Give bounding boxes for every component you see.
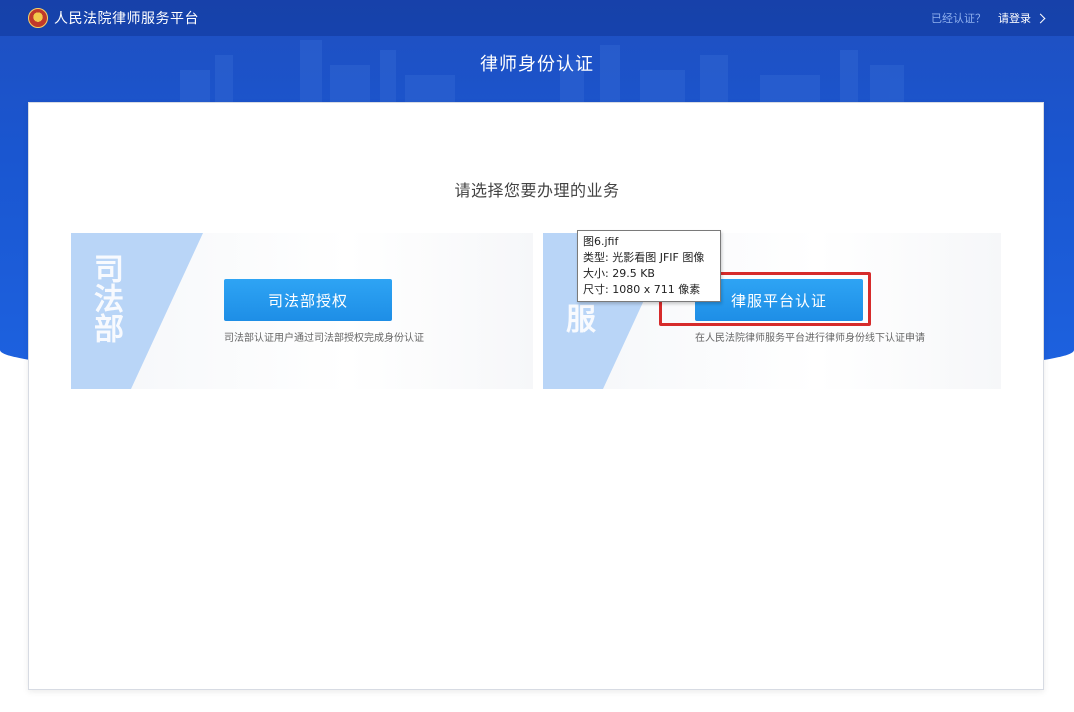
- top-navigation-bar: 人民法院律师服务平台 已经认证？ 请登录: [0, 0, 1074, 36]
- page-title: 律师身份认证: [480, 54, 594, 75]
- auth-links: 已经认证？ 请登录: [931, 10, 1046, 26]
- tooltip-filename: 图6.jfif: [583, 235, 619, 248]
- brand[interactable]: 人民法院律师服务平台: [28, 7, 199, 29]
- court-emblem-icon: [28, 8, 48, 28]
- ministry-authorization-button[interactable]: 司法部授权: [224, 279, 392, 321]
- chevron-right-icon: [1035, 13, 1046, 23]
- login-link[interactable]: 请登录: [998, 10, 1046, 26]
- login-label: 请登录: [998, 12, 1031, 25]
- option-badge-text: 司法部: [88, 253, 123, 343]
- option-ministry-of-justice: 司法部 司法部授权 司法部认证用户通过司法部授权完成身份认证: [71, 233, 533, 389]
- option-description: 司法部认证用户通过司法部授权完成身份认证: [224, 333, 424, 344]
- business-prompt: 请选择您要办理的业务: [454, 181, 620, 200]
- main-card: 请选择您要办理的业务 司法部 司法部授权 司法部认证用户通过司法部授权完成身份认…: [28, 102, 1044, 690]
- tooltip-dimensions: 尺寸: 1080 x 711 像素: [583, 283, 701, 296]
- brand-title: 人民法院律师服务平台: [54, 11, 199, 27]
- tooltip-type: 类型: 光影看图 JFIF 图像: [583, 251, 705, 264]
- tooltip-size: 大小: 29.5 KB: [583, 267, 655, 280]
- file-info-tooltip: 图6.jfif 类型: 光影看图 JFIF 图像 大小: 29.5 KB 尺寸:…: [577, 230, 721, 302]
- verified-question-text: 已经认证？: [931, 12, 986, 25]
- option-badge-text: 服: [560, 303, 595, 333]
- option-description: 在人民法院律师服务平台进行律师身份线下认证申请: [695, 333, 925, 344]
